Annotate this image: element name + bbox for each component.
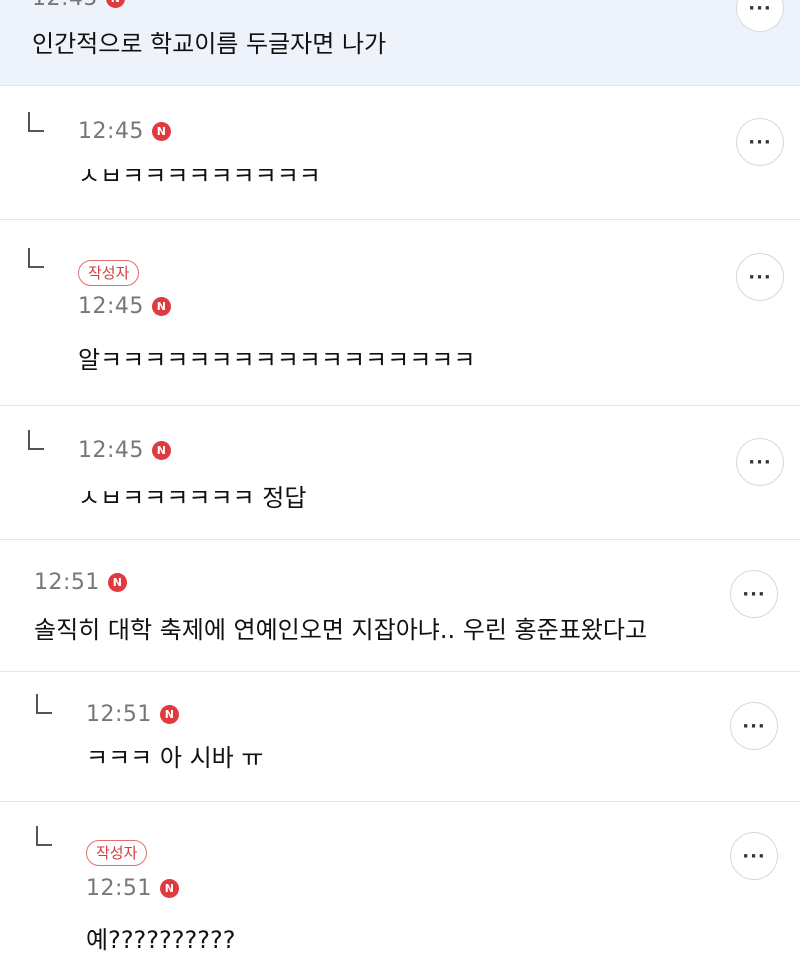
comment-time: 12:45	[78, 294, 144, 319]
comment-meta: 12:51 N	[86, 702, 179, 727]
comment-item: 12:45 N 인간적으로 학교이름 두글자면 나가 ···	[0, 0, 800, 86]
comment-time: 12:45	[78, 119, 144, 144]
more-options-button[interactable]: ···	[730, 702, 778, 750]
comment-text: 솔직히 대학 축제에 연예인오면 지잡아냐.. 우린 홍준표왔다고	[34, 616, 648, 644]
more-options-button[interactable]: ···	[736, 118, 784, 166]
reply-arrow-icon	[36, 826, 52, 846]
more-options-button[interactable]: ···	[736, 0, 784, 32]
comment-meta: 12:51 N	[34, 570, 127, 595]
reply-arrow-icon	[28, 112, 44, 132]
new-badge-icon: N	[159, 879, 179, 898]
reply-arrow-icon	[28, 248, 44, 268]
new-badge-icon: N	[151, 441, 171, 460]
new-badge-icon: N	[107, 573, 127, 592]
new-badge-icon: N	[105, 0, 125, 8]
reply-item: 12:51 N ㅋㅋㅋ 아 시바 ㅠ ···	[0, 672, 800, 802]
comment-time: 12:51	[86, 876, 152, 901]
new-badge-icon: N	[151, 297, 171, 316]
comment-time: 12:45	[32, 0, 98, 11]
new-badge-icon: N	[159, 705, 179, 724]
reply-arrow-icon	[28, 430, 44, 450]
comment-time: 12:51	[34, 570, 100, 595]
comment-meta: 12:51 N	[86, 876, 179, 901]
comment-text: 인간적으로 학교이름 두글자면 나가	[32, 30, 387, 58]
comment-text: 예??????????	[86, 926, 236, 954]
new-badge-icon: N	[151, 122, 171, 141]
reply-item: 작성자 12:51 N 예?????????? ···	[0, 802, 800, 966]
comment-time: 12:45	[78, 438, 144, 463]
author-tag: 작성자	[86, 840, 148, 866]
comment-meta: 12:45 N	[78, 294, 171, 319]
more-options-button[interactable]: ···	[730, 832, 778, 880]
reply-arrow-icon	[36, 694, 52, 714]
comment-meta: 12:45 N	[32, 0, 125, 11]
comment-text: ㅅㅂㅋㅋㅋㅋㅋㅋ 정답	[78, 484, 307, 512]
reply-item: 12:45 N ㅅㅂㅋㅋㅋㅋㅋㅋ 정답 ···	[0, 406, 800, 540]
comment-text: 알ㅋㅋㅋㅋㅋㅋㅋㅋㅋㅋㅋㅋㅋㅋㅋㅋㅋ	[78, 346, 476, 374]
comment-text: ㅅㅂㅋㅋㅋㅋㅋㅋㅋㅋㅋ	[78, 162, 321, 190]
more-options-button[interactable]: ···	[730, 570, 778, 618]
more-options-button[interactable]: ···	[736, 438, 784, 486]
more-options-button[interactable]: ···	[736, 253, 784, 301]
reply-item: 12:45 N ㅅㅂㅋㅋㅋㅋㅋㅋㅋㅋㅋ ···	[0, 86, 800, 220]
comment-meta: 12:45 N	[78, 119, 171, 144]
author-tag: 작성자	[78, 260, 140, 286]
comment-time: 12:51	[86, 702, 152, 727]
comment-meta: 12:45 N	[78, 438, 171, 463]
comment-text: ㅋㅋㅋ 아 시바 ㅠ	[86, 744, 264, 772]
comment-item: 12:51 N 솔직히 대학 축제에 연예인오면 지잡아냐.. 우린 홍준표왔다…	[0, 540, 800, 672]
reply-item: 작성자 12:45 N 알ㅋㅋㅋㅋㅋㅋㅋㅋㅋㅋㅋㅋㅋㅋㅋㅋㅋ ···	[0, 220, 800, 406]
